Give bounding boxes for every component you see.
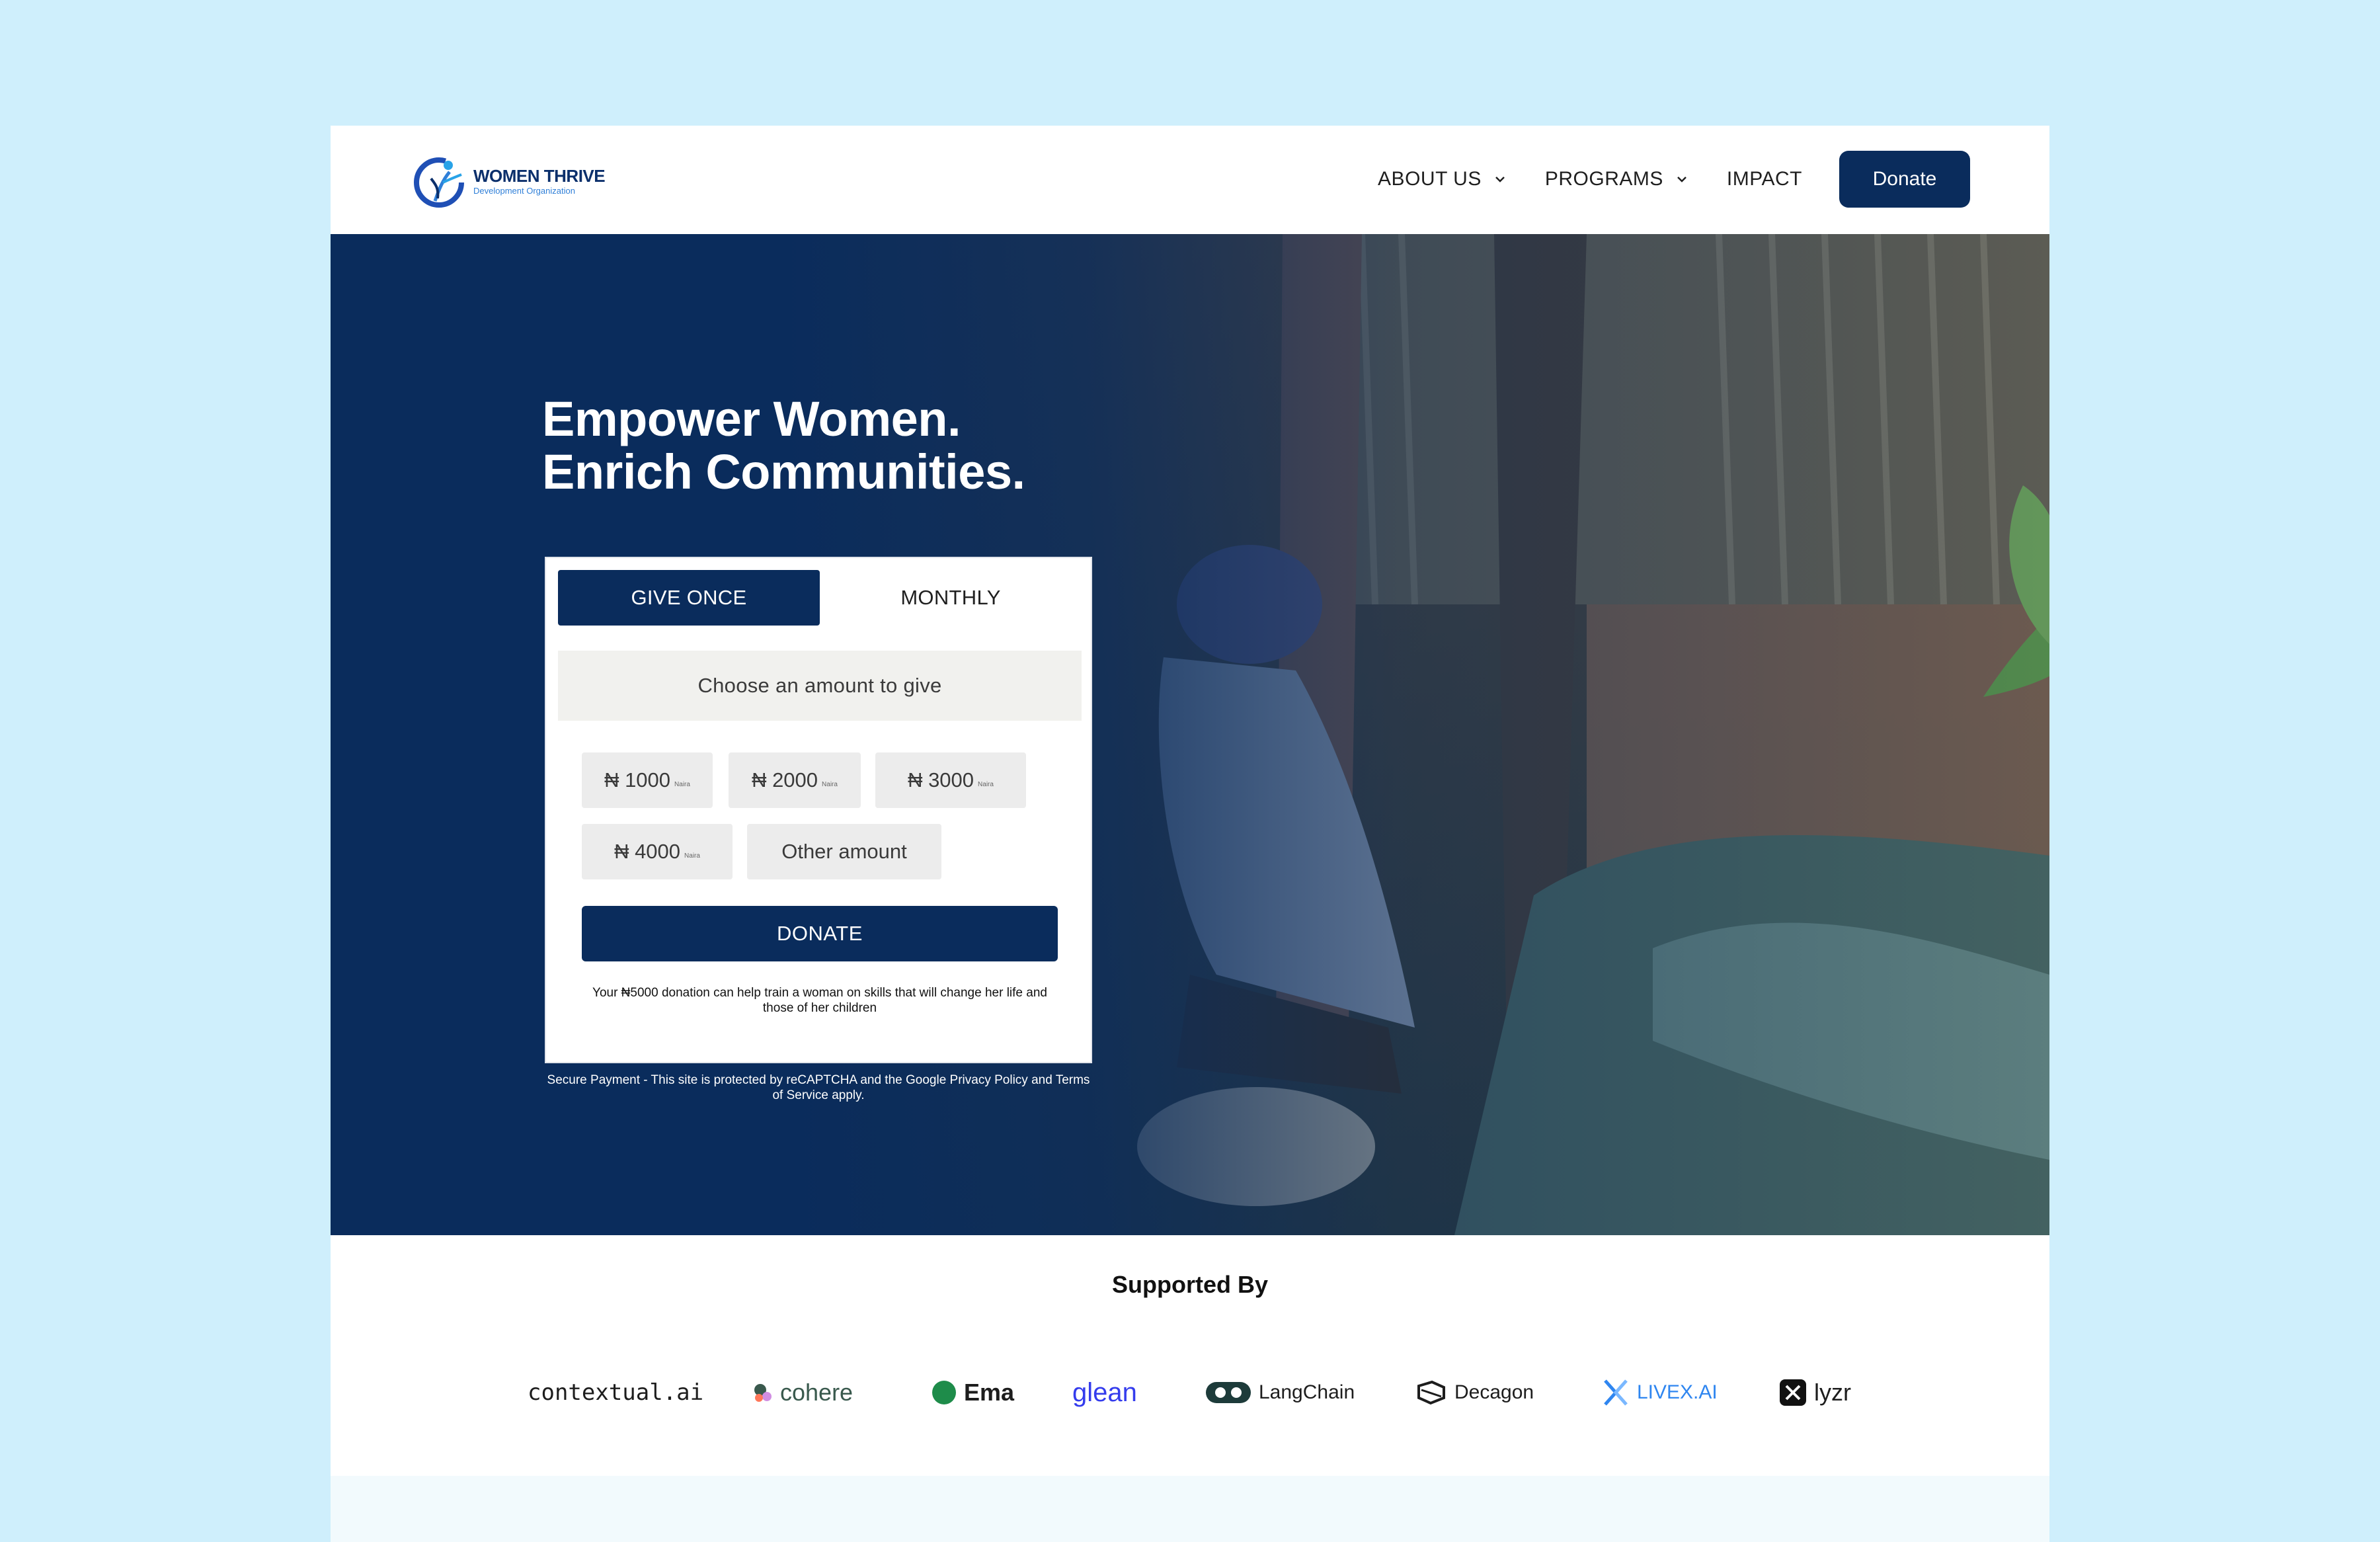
lyzr-logo-icon — [1780, 1379, 1806, 1406]
secure-payment-note: Secure Payment - This site is protected … — [547, 1073, 1090, 1102]
hero-title: Empower Women. Enrich Communities. — [542, 393, 1137, 499]
next-section-band — [331, 1476, 2049, 1542]
site-header: WOMEN THRIVE Development Organization AB… — [331, 126, 2049, 234]
lyzr-logo-text: lyzr — [1814, 1379, 1851, 1406]
decagon-logo-icon — [1417, 1380, 1445, 1405]
hero-section: Empower Women. Enrich Communities. GIVE … — [331, 234, 2049, 1235]
glean-logo-text: glean — [1072, 1377, 1137, 1407]
other-amount-button[interactable]: Other amount — [747, 824, 941, 879]
amount-unit: Naira — [822, 780, 838, 788]
supporter-logo-lyzr[interactable]: lyzr — [1778, 1373, 1851, 1412]
decagon-logo-text: Decagon — [1454, 1381, 1534, 1403]
langchain-logo-icon — [1206, 1382, 1251, 1403]
langchain-logo-text: LangChain — [1259, 1381, 1355, 1403]
main-nav: ABOUT US PROGRAMS IMPACT Donate — [1378, 151, 1970, 208]
header-donate-button[interactable]: Donate — [1839, 151, 1970, 208]
supporter-logo-contextual-ai[interactable]: contextual.ai — [528, 1373, 703, 1412]
amount-label: ₦ 1000 — [604, 768, 671, 791]
brand-logo[interactable]: WOMEN THRIVE Development Organization — [409, 149, 620, 213]
contextual-ai-logo-text: contextual.ai — [528, 1379, 704, 1406]
amount-label: ₦ 3000 — [908, 768, 974, 791]
chevron-down-icon — [1677, 177, 1686, 183]
amount-button-3000[interactable]: ₦ 3000 Naira — [875, 752, 1026, 808]
supporter-logo-cohere[interactable]: cohere — [752, 1373, 853, 1412]
supporter-logo-livex[interactable]: LIVEX.AI — [1601, 1373, 1718, 1412]
nav-programs[interactable]: PROGRAMS — [1545, 168, 1688, 190]
supported-by-title: Supported By — [1111, 1271, 1268, 1298]
amount-prompt: Choose an amount to give — [558, 651, 1082, 721]
page-frame: WOMEN THRIVE Development Organization AB… — [331, 126, 2049, 1542]
amount-button-2000[interactable]: ₦ 2000 Naira — [729, 752, 861, 808]
donation-card: GIVE ONCE MONTHLY Choose an amount to gi… — [545, 557, 1092, 1063]
supporter-logo-ema[interactable]: Ema — [931, 1373, 1014, 1412]
livex-logo-icon — [1604, 1379, 1628, 1406]
cohere-logo-icon — [754, 1384, 772, 1402]
hero-title-line2: Enrich Communities. — [542, 444, 1025, 499]
supporter-logo-glean[interactable]: glean — [1072, 1373, 1137, 1412]
chevron-down-icon — [1495, 177, 1505, 183]
supporter-logo-decagon[interactable]: Decagon — [1415, 1373, 1534, 1412]
supporter-logo-langchain[interactable]: LangChain — [1205, 1373, 1355, 1412]
nav-about-us-label: ABOUT US — [1378, 168, 1482, 190]
livex-logo-text: LIVEX.AI — [1637, 1381, 1718, 1403]
amount-unit: Naira — [978, 780, 994, 788]
supporter-logos: contextual.ai cohere Ema glean LangChain — [331, 1373, 2049, 1412]
tab-give-once[interactable]: GIVE ONCE — [558, 570, 820, 626]
nav-about-us[interactable]: ABOUT US — [1378, 168, 1507, 190]
brand-name: WOMEN THRIVE — [473, 166, 606, 186]
cohere-logo-text: cohere — [780, 1379, 853, 1406]
amount-button-1000[interactable]: ₦ 1000 Naira — [582, 752, 713, 808]
donation-frequency-tabs: GIVE ONCE MONTHLY — [558, 570, 1082, 626]
ema-logo-icon — [932, 1381, 956, 1404]
nav-impact-label: IMPACT — [1726, 168, 1802, 190]
donate-submit-button[interactable]: DONATE — [582, 906, 1058, 961]
hero-title-line1: Empower Women. — [542, 391, 961, 446]
nav-impact[interactable]: IMPACT — [1727, 168, 1802, 190]
nav-programs-label: PROGRAMS — [1544, 168, 1663, 190]
women-thrive-logo-icon — [414, 157, 464, 208]
amount-button-4000[interactable]: ₦ 4000 Naira — [582, 824, 733, 879]
amount-label: ₦ 4000 — [614, 840, 681, 863]
tab-monthly[interactable]: MONTHLY — [820, 570, 1082, 626]
donation-impact-note: Your ₦5000 donation can help train a wom… — [592, 986, 1047, 1015]
amount-label: ₦ 2000 — [752, 768, 818, 791]
ema-logo-text: Ema — [964, 1379, 1015, 1406]
amount-unit: Naira — [674, 780, 690, 788]
brand-tagline: Development Organization — [473, 186, 575, 196]
amount-unit: Naira — [684, 852, 700, 860]
